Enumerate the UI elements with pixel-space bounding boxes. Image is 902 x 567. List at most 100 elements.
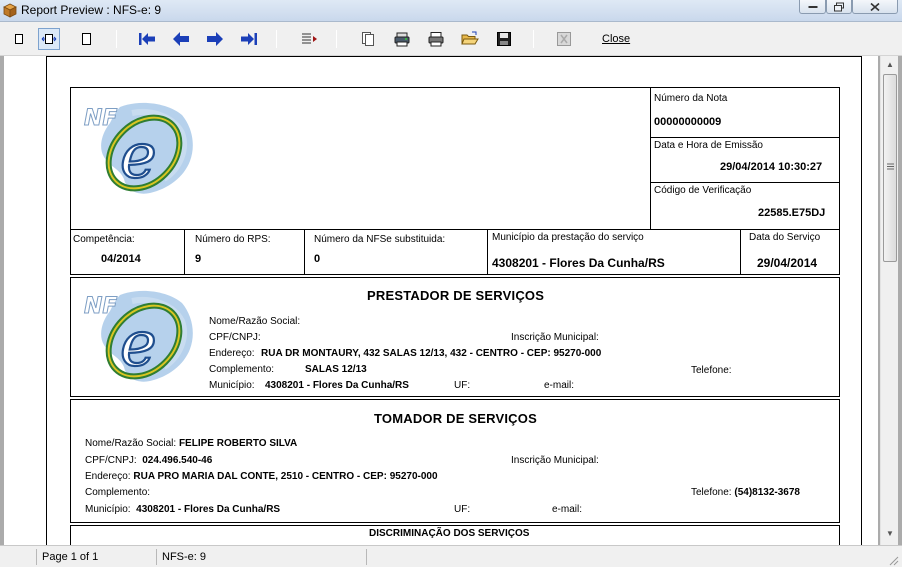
save-button[interactable]	[493, 28, 515, 50]
preview-area: NF e Número da Nota 00000000009 Data e H…	[0, 56, 902, 545]
divider	[184, 229, 185, 275]
first-page-icon	[139, 33, 155, 45]
report-page: NF e Número da Nota 00000000009 Data e H…	[46, 56, 862, 545]
svg-text:NF: NF	[84, 294, 117, 319]
grip-icon	[887, 163, 894, 170]
prestador-complemento-value: SALAS 12/13	[305, 364, 367, 375]
prestador-endereco-value: RUA DR MONTAURY, 432 SALAS 12/13, 432 - …	[261, 348, 602, 359]
arrow-left-icon	[173, 32, 189, 46]
document-name: NFS-e: 9	[162, 551, 207, 563]
svg-text:NF: NF	[84, 106, 117, 131]
divider	[740, 229, 741, 275]
vertical-scrollbar[interactable]: ▲ ▼	[880, 56, 898, 545]
nfse-substituida-value: 0	[314, 253, 321, 265]
tomador-telefone-value: (54)8132-3678	[734, 487, 800, 498]
scroll-up-arrow-icon[interactable]: ▲	[885, 60, 895, 70]
tomador-telefone-label-text: Telefone:	[691, 487, 732, 498]
prestador-municipio-label: Município:	[209, 380, 255, 391]
competencia-value: 04/2014	[101, 253, 141, 265]
first-page-button[interactable]	[136, 28, 158, 50]
prestador-uf-label: UF:	[454, 380, 471, 391]
toolbar: Close	[0, 22, 902, 56]
export-button[interactable]	[553, 28, 575, 50]
tomador-municipio-value: 4308201 - Flores Da Cunha/RS	[136, 504, 281, 515]
divider	[70, 229, 840, 230]
print-button[interactable]	[425, 28, 447, 50]
printer-setup-button[interactable]	[391, 28, 413, 50]
go-to-page-button[interactable]	[298, 28, 320, 50]
title-bar: Report Preview : NFS-e: 9	[0, 0, 902, 22]
nfse-substituida-label: Número da NFSe substituida:	[314, 234, 446, 245]
toolbar-separator	[116, 30, 117, 48]
restore-icon	[834, 2, 844, 11]
prestador-complemento-label: Complemento:	[209, 364, 275, 375]
tomador-email-label: e-mail:	[552, 504, 583, 515]
close-window-button[interactable]	[852, 0, 898, 14]
data-emissao-value: 29/04/2014 10:30:27	[720, 161, 823, 173]
tomador-complemento-label: Complemento:	[85, 487, 151, 498]
tomador-endereco-label-text: Endereço:	[85, 471, 131, 482]
open-button[interactable]	[459, 28, 481, 50]
tomador-title: TOMADOR DE SERVIÇOS	[374, 411, 537, 426]
divider	[650, 182, 840, 183]
single-page-icon	[15, 34, 23, 44]
numero-nota-label: Número da Nota	[654, 93, 728, 104]
scrollbar-thumb[interactable]	[883, 74, 897, 262]
prestador-telefone-label: Telefone:	[691, 365, 732, 376]
status-divider	[36, 549, 37, 565]
tomador-nome-label: Nome/Razão Social: FELIPE ROBERTO SILVA	[85, 438, 297, 449]
fit-width-icon	[41, 34, 57, 44]
prestador-endereco-label: Endereço:	[209, 348, 255, 359]
full-page-button[interactable]	[76, 28, 98, 50]
tomador-uf-label: UF:	[454, 504, 471, 515]
fit-width-button[interactable]	[38, 28, 60, 50]
window-title: Report Preview : NFS-e: 9	[21, 3, 162, 17]
page-canvas: NF e Número da Nota 00000000009 Data e H…	[4, 56, 878, 545]
tomador-nome-value: FELIPE ROBERTO SILVA	[178, 438, 298, 449]
codigo-verificacao-label: Código de Verificação	[654, 185, 752, 196]
divider	[487, 229, 488, 275]
save-icon	[497, 32, 511, 46]
data-emissao-label: Data e Hora de Emissão	[654, 140, 763, 151]
previous-page-button[interactable]	[170, 28, 192, 50]
page-indicator: Page 1 of 1	[42, 551, 99, 563]
nfse-logo: NF e	[84, 290, 193, 382]
tomador-municipio-label: Município: 4308201 - Flores Da Cunha/RS	[85, 504, 280, 515]
divider	[650, 87, 651, 229]
minimize-button[interactable]	[799, 0, 826, 14]
toolbar-separator	[336, 30, 337, 48]
status-bar: Page 1 of 1 NFS-e: 9	[0, 545, 902, 567]
divider	[650, 137, 840, 138]
last-page-icon	[241, 33, 257, 45]
printer-icon	[428, 32, 444, 47]
single-page-button[interactable]	[8, 28, 30, 50]
close-button[interactable]: Close	[602, 33, 630, 45]
discriminacao-title: DISCRIMINAÇÃO DOS SERVIÇOS	[369, 528, 530, 539]
municipio-prestacao-label: Município da prestação do serviço	[492, 232, 644, 243]
page-setup-button[interactable]	[357, 28, 379, 50]
prestador-cpf-label: CPF/CNPJ:	[209, 332, 261, 343]
codigo-verificacao-value: 22585.E75DJ	[758, 207, 826, 219]
competencia-label: Competência:	[73, 234, 135, 245]
municipio-prestacao-value: 4308201 - Flores Da Cunha/RS	[492, 256, 665, 270]
numero-rps-value: 9	[195, 253, 202, 265]
svg-text:e: e	[120, 307, 157, 380]
status-divider	[366, 549, 367, 565]
minimize-icon	[808, 5, 817, 8]
next-page-button[interactable]	[204, 28, 226, 50]
resize-grip-icon[interactable]	[888, 555, 899, 566]
full-page-icon	[82, 33, 91, 45]
last-page-button[interactable]	[238, 28, 260, 50]
prestador-municipio-value: 4308201 - Flores Da Cunha/RS	[265, 380, 409, 391]
arrow-right-icon	[207, 32, 223, 46]
divider	[304, 229, 305, 275]
tomador-endereco-label: Endereço: RUA PRO MARIA DAL CONTE, 2510 …	[85, 471, 438, 482]
toolbar-separator	[276, 30, 277, 48]
data-servico-label: Data do Serviço	[749, 232, 821, 243]
tomador-cpf-value: 024.496.540-46	[142, 455, 213, 466]
nfse-logo: NF e	[84, 102, 193, 194]
svg-text:e: e	[120, 119, 157, 192]
maximize-button[interactable]	[826, 0, 852, 14]
scroll-down-arrow-icon[interactable]: ▼	[885, 529, 895, 539]
prestador-title: PRESTADOR DE SERVIÇOS	[367, 288, 545, 303]
